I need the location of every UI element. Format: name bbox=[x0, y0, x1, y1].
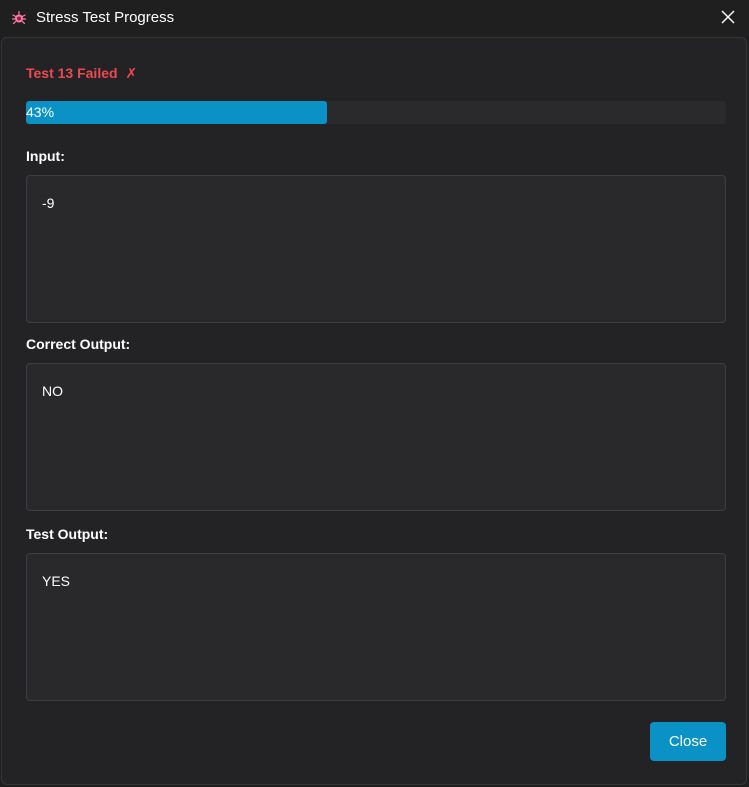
close-icon[interactable] bbox=[719, 8, 737, 26]
bug-icon bbox=[11, 10, 27, 26]
progress-bar: 43% bbox=[26, 101, 726, 124]
window-title: Stress Test Progress bbox=[36, 9, 175, 26]
dialog-panel: Test 13 Failed ✗ 43% Input: -9 Correct O… bbox=[1, 37, 747, 785]
progress-label: 43% bbox=[26, 104, 55, 120]
status-text: Test 13 Failed bbox=[26, 65, 118, 81]
progress-fill bbox=[26, 101, 327, 124]
failed-icon: ✗ bbox=[125, 65, 138, 81]
title-bar: Stress Test Progress bbox=[0, 0, 749, 36]
close-button[interactable]: Close bbox=[650, 722, 726, 761]
test-output-textbox[interactable]: YES bbox=[26, 553, 726, 701]
input-label: Input: bbox=[26, 148, 65, 164]
stress-test-window: Stress Test Progress Test 13 Failed ✗ 43… bbox=[0, 0, 749, 787]
correct-output-label: Correct Output: bbox=[26, 336, 131, 352]
input-textbox[interactable]: -9 bbox=[26, 175, 726, 323]
test-output-label: Test Output: bbox=[26, 526, 109, 542]
correct-output-textbox[interactable]: NO bbox=[26, 363, 726, 511]
status-message: Test 13 Failed ✗ bbox=[26, 64, 137, 82]
